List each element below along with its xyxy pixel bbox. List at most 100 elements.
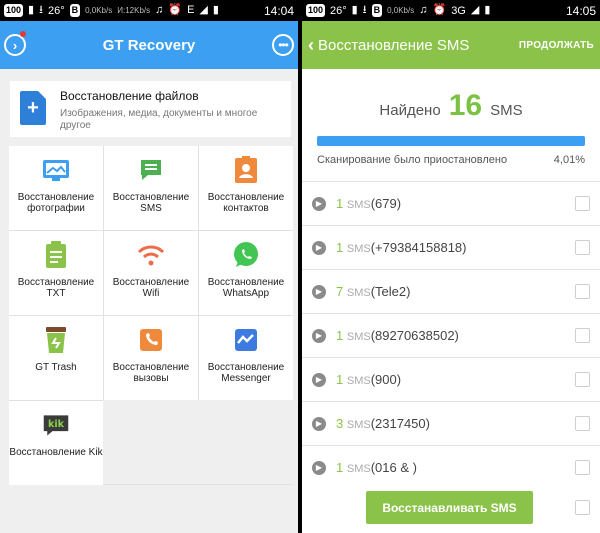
tile-label: Восстановление Kik <box>9 447 103 458</box>
tile-whatsapp-recovery[interactable]: Восстановление WhatsApp <box>199 231 293 315</box>
notification-dot <box>20 31 26 37</box>
tile-label: Восстановление фотографии <box>17 192 95 214</box>
expand-icon[interactable]: ▶ <box>312 284 326 299</box>
trash-icon <box>42 326 70 354</box>
expand-icon[interactable]: ▶ <box>312 196 326 211</box>
signal-icon: ◢ <box>199 4 208 16</box>
tile-gt-trash[interactable]: GT Trash <box>9 316 103 400</box>
gt-recovery-screen: 100 ▮ ⭳ 26° B 0,0Kb/s И:12Kb/s ♫ ⏰ E ◢ ▮… <box>0 0 298 533</box>
sms-unit: SMS <box>346 375 371 387</box>
select-checkbox[interactable] <box>575 328 590 343</box>
add-file-icon: + <box>20 91 46 125</box>
found-prefix: Найдено <box>379 102 441 119</box>
sms-count: 1 <box>336 372 344 387</box>
sms-count: 1 <box>336 240 344 255</box>
speed-label: 0,0Kb/s <box>387 6 415 15</box>
tile-wifi-recovery[interactable]: Восстановление Wifi <box>104 231 198 315</box>
file-recovery-title: Восстановление файлов <box>60 89 199 103</box>
select-all-checkbox[interactable] <box>575 500 590 515</box>
kik-logo-text: kik <box>48 419 65 430</box>
scan-status-text: Сканирование было приостановлено <box>317 154 508 166</box>
tile-contacts-recovery[interactable]: Восстановление контактов <box>199 146 293 230</box>
network-type-label: 3G <box>451 4 466 17</box>
menu-button[interactable]: › <box>4 34 26 56</box>
status-bar: 100 26° ▮ ⭳ B 0,0Kb/s ♫ ⏰ 3G ◢ ▮ 14:05 <box>302 0 600 21</box>
file-recovery-description: Изображения, медиа, документы и многое д… <box>60 108 258 131</box>
found-suffix: SMS <box>490 102 523 119</box>
download-icon: ⭳ <box>39 4 43 16</box>
temperature-label: 26° <box>330 4 347 17</box>
select-checkbox[interactable] <box>575 240 590 255</box>
tile-label: Восстановление WhatsApp <box>207 277 285 299</box>
sms-count: 7 <box>336 284 344 299</box>
grid-empty-space <box>103 400 292 484</box>
clock: 14:05 <box>565 3 596 18</box>
tile-sms-recovery[interactable]: Восстановление SMS <box>104 146 198 230</box>
sim-icon: ▮ <box>351 4 358 16</box>
b-badge: B <box>69 4 81 17</box>
select-checkbox[interactable] <box>575 416 590 431</box>
download-icon: ⭳ <box>362 4 367 16</box>
signal-icon: ◢ <box>470 4 480 16</box>
sms-count: 1 <box>336 196 344 211</box>
network-e-label: E <box>187 4 195 16</box>
expand-icon[interactable]: ▶ <box>312 460 326 475</box>
sender-name: (2317450) <box>370 416 430 431</box>
tile-kik-recovery[interactable]: kik Восстановление Kik <box>9 401 103 485</box>
continue-button[interactable]: ПРОДОЛЖАТЬ <box>519 40 594 51</box>
select-checkbox[interactable] <box>575 460 590 475</box>
select-checkbox[interactable] <box>575 284 590 299</box>
restore-sms-button[interactable]: Восстанавливать SMS <box>366 491 533 524</box>
photo-icon <box>42 156 70 184</box>
found-count: 16 <box>448 89 483 122</box>
sms-recovery-screen: 100 26° ▮ ⭳ B 0,0Kb/s ♫ ⏰ 3G ◢ ▮ 14:05 ‹… <box>302 0 600 533</box>
sender-name: (+79384158818) <box>370 240 467 255</box>
tile-calls-recovery[interactable]: Восстановление вызовы <box>104 316 198 400</box>
tile-label: Восстановление вызовы <box>112 362 190 384</box>
sender-name: (679) <box>370 196 402 211</box>
found-summary: Найдено 16 SMS <box>302 89 600 123</box>
app-bar: › GT Recovery ••• <box>0 21 298 69</box>
app-title: GT Recovery <box>102 36 196 54</box>
battery-icon: ▮ <box>484 4 491 16</box>
chevron-right-icon: › <box>12 37 18 53</box>
tile-label: Восстановление контактов <box>207 192 285 214</box>
list-item[interactable]: ▶ 1 SMS(89270638502) <box>302 313 600 357</box>
list-item[interactable]: ▶ 7 SMS(Tele2) <box>302 269 600 313</box>
speed-label: 0,0Kb/s <box>85 6 113 15</box>
sms-unit: SMS <box>346 419 371 431</box>
scan-progress-fill <box>317 136 585 146</box>
list-item[interactable]: ▶ 1 SMS(679) <box>302 181 600 225</box>
tile-photo-recovery[interactable]: Восстановление фотографии <box>9 146 103 230</box>
file-recovery-card[interactable]: + Восстановление файлов Изображения, мед… <box>10 81 291 137</box>
sms-thread-list: ▶ 1 SMS(679) ▶ 1 SMS(+79384158818) ▶ 7 S… <box>302 181 600 489</box>
sender-name: (89270638502) <box>370 328 459 343</box>
list-item[interactable]: ▶ 1 SMS(900) <box>302 357 600 401</box>
select-checkbox[interactable] <box>575 372 590 387</box>
messenger-icon <box>232 326 260 354</box>
expand-icon[interactable]: ▶ <box>312 416 326 431</box>
speed-label-2: И:12Kb/s <box>117 6 151 15</box>
select-checkbox[interactable] <box>575 196 590 211</box>
list-item[interactable]: ▶ 1 SMS(016 & ) <box>302 445 600 489</box>
expand-icon[interactable]: ▶ <box>312 240 326 255</box>
expand-icon[interactable]: ▶ <box>312 328 326 343</box>
scan-percent: 4,01% <box>553 154 585 166</box>
expand-icon[interactable]: ▶ <box>312 372 326 387</box>
sender-name: (900) <box>370 372 402 387</box>
alarm-icon: ⏰ <box>432 4 447 16</box>
headphones-icon: ♫ <box>419 4 428 16</box>
list-item[interactable]: ▶ 3 SMS(2317450) <box>302 401 600 445</box>
headphones-icon: ♫ <box>155 4 164 16</box>
sms-unit: SMS <box>346 199 371 211</box>
tile-txt-recovery[interactable]: Восстановление TXT <box>9 231 103 315</box>
sms-unit: SMS <box>346 243 371 255</box>
sender-name: (Tele2) <box>370 284 411 299</box>
back-arrow-icon[interactable]: ‹ <box>308 35 314 56</box>
sms-count: 1 <box>336 460 344 475</box>
b-badge: B <box>371 4 383 17</box>
more-options-button[interactable]: ••• <box>272 34 294 56</box>
tile-label: Восстановление TXT <box>17 277 95 299</box>
list-item[interactable]: ▶ 1 SMS(+79384158818) <box>302 225 600 269</box>
tile-messenger-recovery[interactable]: Восстановление Messenger <box>199 316 293 400</box>
